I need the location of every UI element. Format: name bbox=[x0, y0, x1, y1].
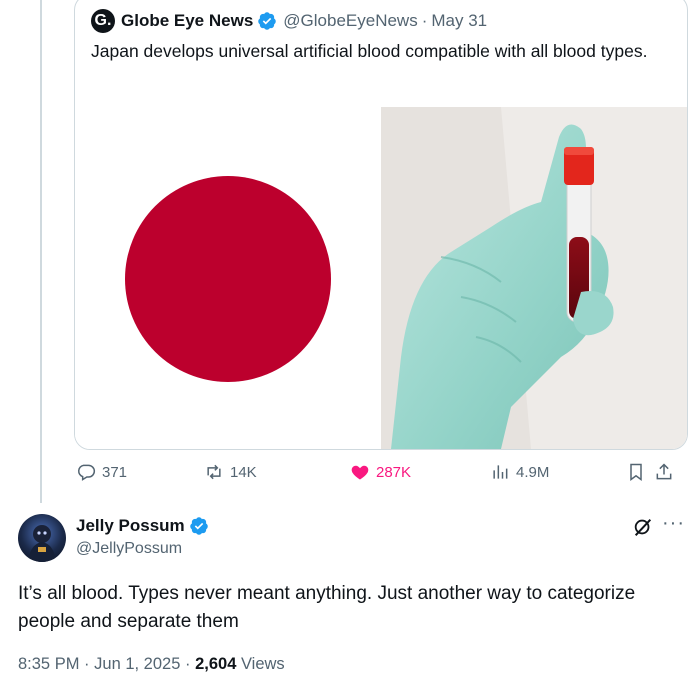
like-button[interactable]: 287K bbox=[350, 462, 411, 482]
gloved-hand-illustration bbox=[381, 107, 687, 449]
globe-eye-logo-icon[interactable]: G. bbox=[91, 9, 115, 33]
quoted-tweet-header: G. Globe Eye News @GlobeEyeNews · May 31 bbox=[91, 9, 487, 33]
bookmark-button[interactable] bbox=[626, 462, 652, 482]
separator-dot: · bbox=[184, 655, 196, 673]
views-chart-icon bbox=[493, 465, 508, 479]
grok-icon[interactable] bbox=[632, 516, 654, 538]
separator-dot: · bbox=[421, 11, 428, 30]
tweet-action-bar: 371 14K 287K 4.9M bbox=[74, 462, 686, 490]
quoted-tweet-card[interactable]: G. Globe Eye News @GlobeEyeNews · May 31… bbox=[74, 0, 688, 450]
bookmark-icon bbox=[630, 463, 642, 481]
quoted-tweet-text: Japan develops universal artificial bloo… bbox=[91, 41, 648, 61]
heart-icon bbox=[351, 465, 369, 480]
reply-tweet-text: It’s all blood. Types never meant anythi… bbox=[18, 583, 636, 632]
thread-line bbox=[40, 0, 42, 503]
repost-count: 14K bbox=[230, 463, 257, 481]
repost-icon bbox=[207, 464, 221, 480]
like-count: 287K bbox=[376, 463, 412, 481]
blood-vial-photo[interactable] bbox=[381, 107, 687, 449]
share-icon bbox=[656, 463, 672, 480]
quoted-tweet-media[interactable] bbox=[75, 107, 687, 449]
quoted-tweet-date[interactable]: May 31 bbox=[431, 11, 487, 31]
quoted-author-name[interactable]: Globe Eye News bbox=[121, 11, 253, 31]
verified-badge-icon bbox=[258, 12, 277, 30]
reply-views-label: Views bbox=[240, 655, 285, 673]
reply-author-handle[interactable]: @JellyPossum bbox=[76, 540, 182, 558]
japan-flag-image[interactable] bbox=[75, 107, 381, 449]
reply-time[interactable]: 8:35 PM bbox=[18, 655, 79, 673]
flag-red-circle bbox=[125, 176, 331, 382]
reply-views-count: 2,604 bbox=[195, 655, 237, 673]
reply-icon bbox=[78, 464, 96, 481]
avatar[interactable] bbox=[18, 514, 66, 562]
reply-tweet-meta: 8:35 PM · Jun 1, 2025 · 2,604 Views bbox=[18, 655, 285, 674]
more-options-button[interactable]: ··· bbox=[662, 512, 685, 535]
reply-count: 371 bbox=[102, 463, 128, 481]
repost-button[interactable]: 14K bbox=[204, 462, 257, 482]
reply-author-name-row: Jelly Possum bbox=[76, 516, 209, 536]
quoted-author-handle[interactable]: @GlobeEyeNews bbox=[283, 11, 417, 31]
verified-badge-icon bbox=[189, 517, 208, 535]
share-button[interactable] bbox=[654, 462, 680, 482]
views-count: 4.9M bbox=[516, 463, 550, 481]
possum-avatar-icon bbox=[28, 525, 56, 562]
separator-dot: · bbox=[84, 655, 95, 673]
views-button[interactable]: 4.9M bbox=[490, 462, 549, 482]
reply-author-name[interactable]: Jelly Possum bbox=[76, 516, 185, 536]
reply-button[interactable]: 371 bbox=[76, 462, 127, 482]
reply-date[interactable]: Jun 1, 2025 bbox=[94, 655, 180, 673]
